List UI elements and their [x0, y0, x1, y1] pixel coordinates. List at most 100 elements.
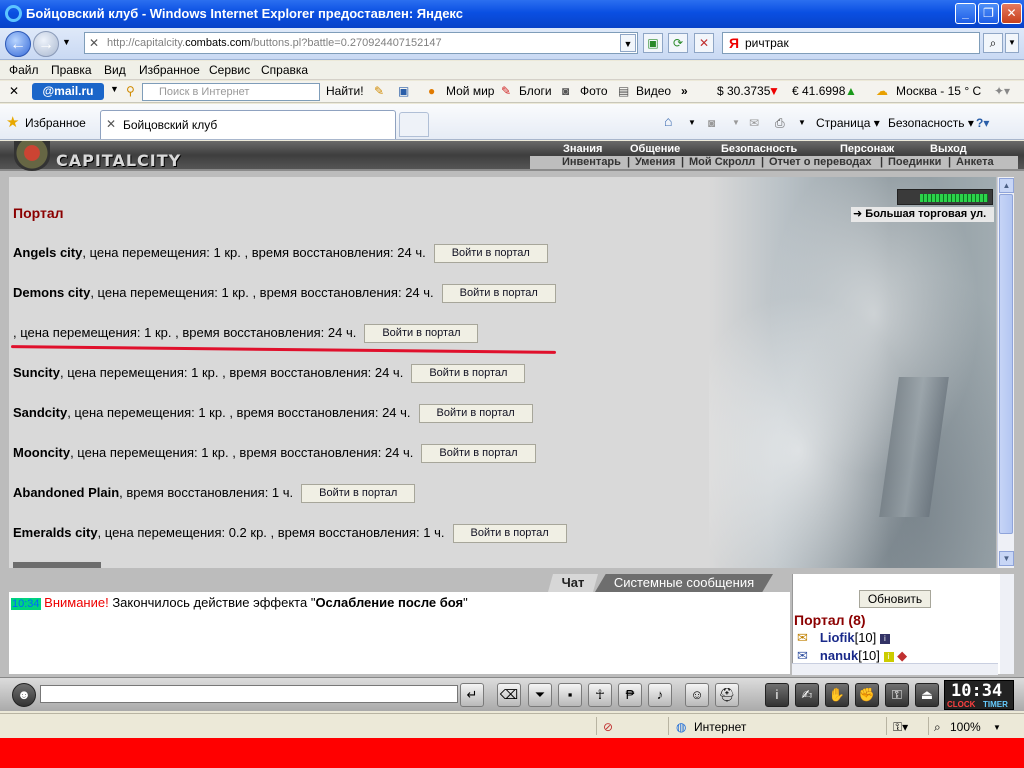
back-button[interactable]: ←	[5, 31, 31, 57]
stop-icon[interactable]: ✕	[694, 33, 714, 53]
favorites-star-icon[interactable]: ★	[6, 113, 19, 131]
toolbar-close-icon[interactable]: ✕	[9, 84, 19, 98]
safety-menu[interactable]: Безопасность ▾	[888, 116, 974, 130]
menu-edit[interactable]: Правка	[51, 63, 92, 77]
translit-icon[interactable]: ₱	[618, 683, 642, 707]
mailru-find-button[interactable]: Найти!	[326, 84, 364, 98]
scroll-up-icon[interactable]: ▲	[999, 178, 1014, 193]
nav-communication[interactable]: Общение	[630, 143, 680, 155]
enter-portal-button[interactable]: Войти в портал	[411, 364, 526, 384]
mailru-search-engine-icon[interactable]: ⚲	[126, 84, 135, 98]
tab-fight-club[interactable]: ✕ Бойцовский клуб	[100, 110, 396, 139]
myworld-link[interactable]: Мой мир	[446, 84, 494, 98]
calendar-icon[interactable]: ▣	[398, 84, 409, 98]
nav-profile[interactable]: Анкета	[956, 156, 994, 168]
refresh-button[interactable]: Обновить	[859, 590, 931, 608]
mailru-logo[interactable]: @mail.ru	[32, 83, 104, 100]
nav-security[interactable]: Безопасность	[721, 143, 797, 155]
users-vertical-scrollbar[interactable]	[1000, 574, 1014, 674]
helmet-icon[interactable]: ⛑	[715, 683, 739, 707]
pencil-icon[interactable]: ✎	[374, 84, 384, 98]
scroll-thumb[interactable]	[999, 194, 1013, 534]
enter-portal-button[interactable]: Войти в портал	[421, 444, 536, 464]
nav-transfer-report[interactable]: Отчет о переводах	[769, 156, 872, 168]
zoom-dropdown-icon[interactable]: ▼	[993, 723, 1001, 732]
tab-system-messages[interactable]: Системные сообщения	[595, 574, 773, 592]
compat-view-icon[interactable]: ▣	[643, 33, 663, 53]
weather-text[interactable]: Москва - 15 ° C	[896, 84, 981, 98]
user-name[interactable]: nanuk	[820, 648, 858, 663]
maximize-button[interactable]: ❐	[978, 3, 999, 24]
security-zone-text[interactable]: Интернет	[694, 720, 746, 734]
chat-time[interactable]: 10:34	[11, 598, 41, 610]
video-link[interactable]: Видео	[636, 84, 671, 98]
nav-exit[interactable]: Выход	[930, 143, 967, 155]
lock-tool-icon[interactable]: ⚿	[885, 683, 909, 707]
filter-icon[interactable]: ⏷	[528, 683, 552, 707]
private-message-icon[interactable]: ✉	[797, 648, 808, 663]
gesture-tool-icon[interactable]: ✊	[855, 683, 879, 707]
location-link[interactable]: ➜ Большая торговая ул.	[851, 207, 994, 222]
fight-icon[interactable]: ☥	[588, 683, 612, 707]
protected-mode-icon[interactable]: ⚿▾	[893, 720, 908, 735]
nav-skills[interactable]: Умения	[635, 156, 675, 168]
enter-portal-button[interactable]: Войти в портал	[452, 524, 567, 544]
nav-character[interactable]: Персонаж	[840, 143, 894, 155]
address-dropdown-icon[interactable]: ▼	[620, 34, 636, 52]
print-icon[interactable]: ⎙	[775, 116, 785, 131]
exit-tool-icon[interactable]: ⏏	[915, 683, 939, 707]
menu-file[interactable]: Файл	[9, 63, 39, 77]
feeds-dropdown-icon[interactable]: ▼	[732, 118, 740, 127]
chat-input[interactable]	[40, 685, 458, 703]
new-tab-button[interactable]	[399, 112, 429, 137]
mini-map-widget[interactable]	[897, 189, 993, 205]
scroll-down-icon[interactable]: ▼	[999, 551, 1014, 566]
search-input[interactable]: Я ричтрак	[722, 32, 980, 54]
chat-mode-icon[interactable]: ☻	[12, 683, 36, 707]
smiley-icon[interactable]: ☺	[685, 683, 709, 707]
private-message-icon[interactable]: ✉	[797, 630, 808, 645]
blogs-link[interactable]: Блоги	[519, 84, 552, 98]
eraser-icon[interactable]: ⌫	[497, 683, 521, 707]
tab-chat[interactable]: Чат	[548, 574, 598, 592]
menu-favorites[interactable]: Избранное	[139, 63, 200, 77]
zoom-level[interactable]: 100%	[950, 720, 981, 734]
enter-portal-button[interactable]: Войти в портал	[433, 244, 548, 264]
home-icon[interactable]: ⌂	[664, 113, 672, 129]
users-horizontal-scrollbar[interactable]	[792, 663, 998, 675]
enter-portal-button[interactable]: Войти в портал	[418, 404, 533, 424]
mail-icon[interactable]: ✉	[749, 116, 759, 130]
toolbar-more-icon[interactable]: »	[681, 84, 688, 98]
menu-view[interactable]: Вид	[104, 63, 126, 77]
sound-icon[interactable]: ♪	[648, 683, 672, 707]
address-input[interactable]: ✕ http://capitalcity.combats.com/buttons…	[84, 32, 638, 54]
menu-help[interactable]: Справка	[261, 63, 308, 77]
history-dropdown-icon[interactable]: ▼	[62, 37, 71, 47]
mailru-dropdown-icon[interactable]: ▼	[110, 84, 119, 94]
enter-portal-button[interactable]: Войти в портал	[441, 284, 556, 304]
help-icon[interactable]: ?▾	[976, 116, 989, 130]
nav-battles[interactable]: Поединки	[888, 156, 941, 168]
print-dropdown-icon[interactable]: ▼	[798, 118, 806, 127]
toolbar-settings-icon[interactable]: ✦▾	[994, 84, 1010, 98]
send-icon[interactable]: ↵	[460, 683, 484, 707]
favorites-button[interactable]: Избранное	[25, 116, 86, 130]
forward-button[interactable]: →	[33, 31, 59, 57]
nav-knowledge[interactable]: Знания	[563, 143, 602, 155]
nav-my-scroll[interactable]: Мой Скролл	[689, 156, 755, 168]
hand-tool-icon[interactable]: ✋	[825, 683, 849, 707]
photo-link[interactable]: Фото	[580, 84, 608, 98]
minimize-button[interactable]: _	[955, 3, 976, 24]
mailru-search-input[interactable]: Поиск в Интернет	[142, 83, 320, 101]
timer-label[interactable]: TIMER	[983, 700, 1008, 709]
refresh-icon[interactable]: ⟳	[668, 33, 688, 53]
popup-blocker-icon[interactable]: ⊘	[603, 720, 613, 734]
search-options-icon[interactable]: ▼	[1005, 33, 1019, 53]
user-name[interactable]: Liofik	[820, 630, 855, 645]
clock-label[interactable]: CLOCK	[947, 700, 975, 709]
user-info-icon[interactable]: i	[883, 651, 894, 662]
menu-tools[interactable]: Сервис	[209, 63, 250, 77]
save-chat-icon[interactable]: ▪	[558, 683, 582, 707]
nav-inventory[interactable]: Инвентарь	[562, 156, 621, 168]
info-tool-icon[interactable]: i	[765, 683, 789, 707]
